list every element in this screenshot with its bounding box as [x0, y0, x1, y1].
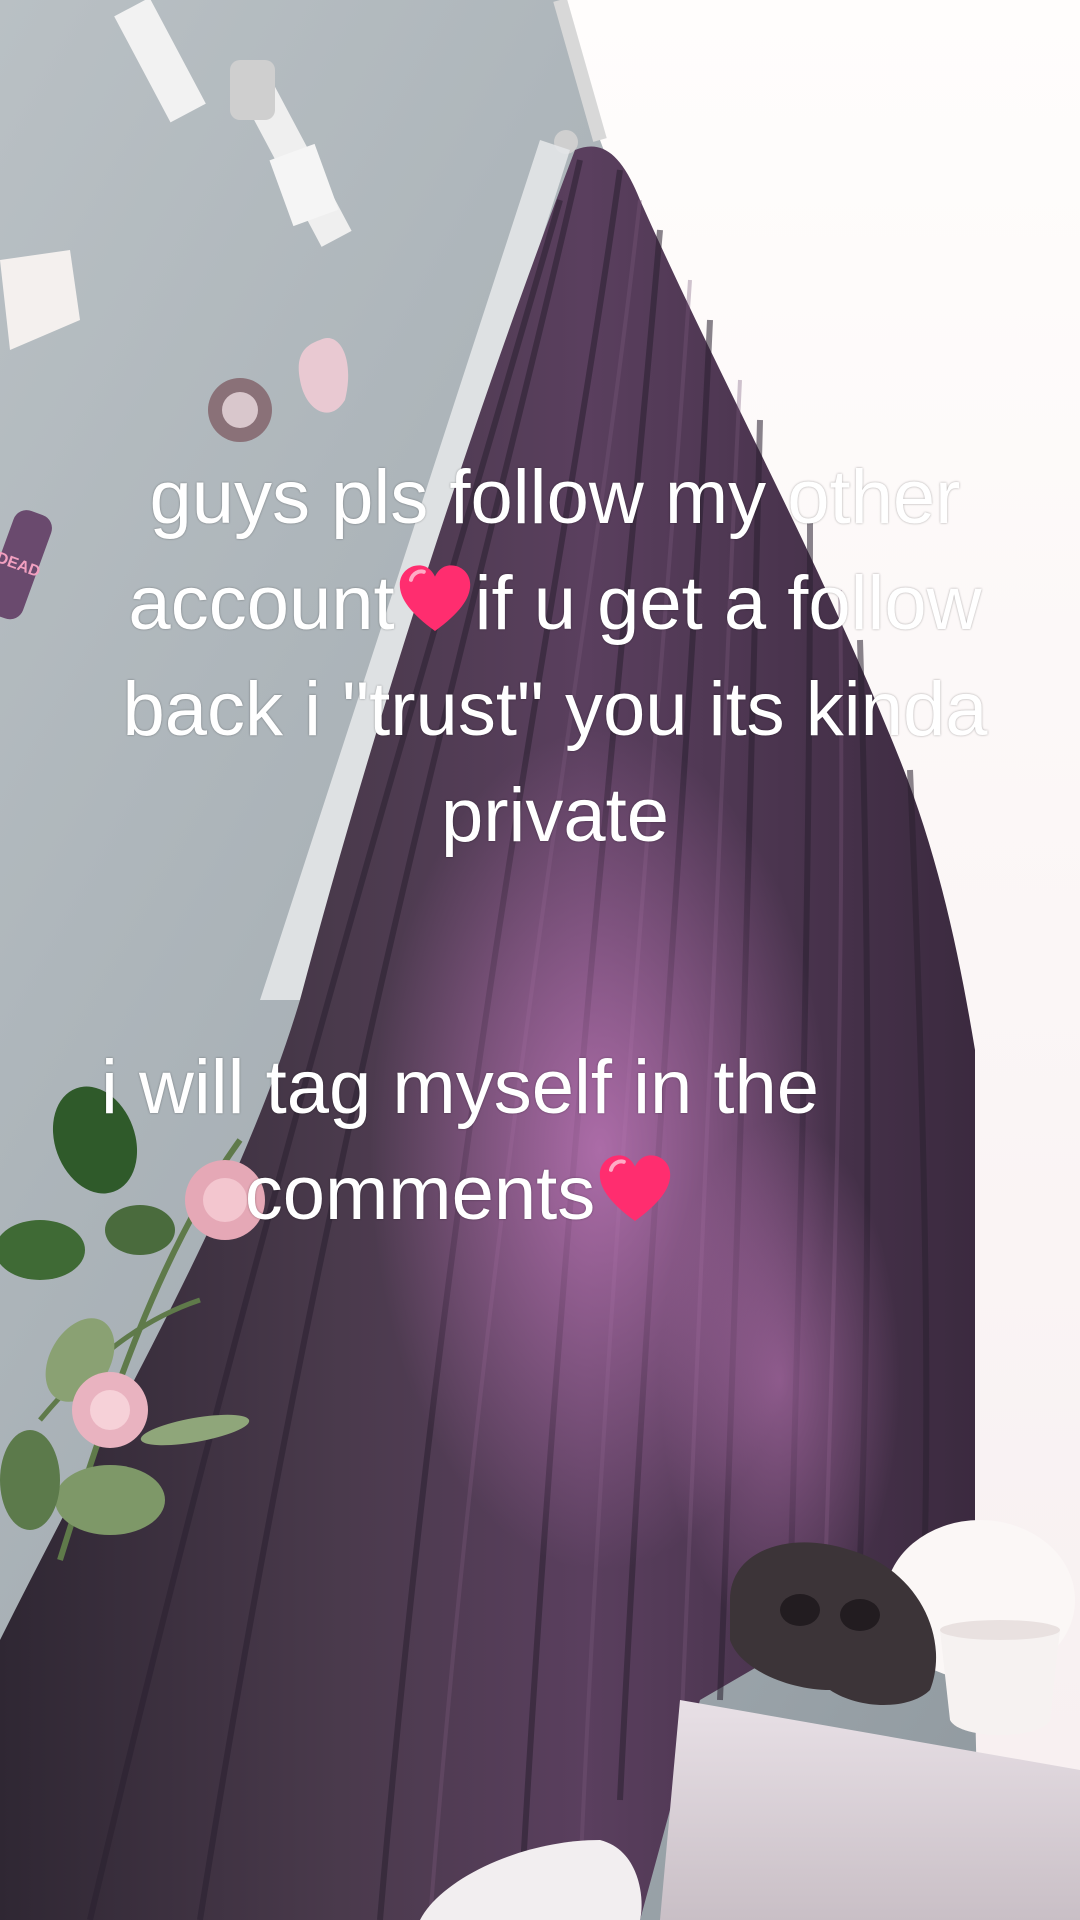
caption-bottom: i will tag myself in the comments [90, 1035, 830, 1247]
red-heart-emoji-icon [600, 1155, 671, 1221]
caption-line: i will tag myself in the [100, 1045, 820, 1130]
bedroom-photo: DEAD [0, 0, 1080, 1920]
caption-line: guys pls follow my other [149, 455, 961, 540]
caption-line: comments [90, 1141, 830, 1247]
caption-line: back i "trust" you its kinda [122, 667, 988, 752]
red-heart-emoji-icon [399, 565, 470, 631]
teacup [940, 1630, 1060, 1735]
caption-text: if u get a follow [474, 561, 982, 646]
caption-top: guys pls follow my other account if u get… [90, 445, 1020, 869]
caption-text: comments [244, 1151, 596, 1236]
caption-line: private [440, 773, 670, 858]
video-frame: DEAD guys pls follow my other account if… [0, 0, 1080, 1920]
caption-text: account [128, 561, 395, 646]
caption-line: account if u get a follow [90, 551, 1020, 657]
